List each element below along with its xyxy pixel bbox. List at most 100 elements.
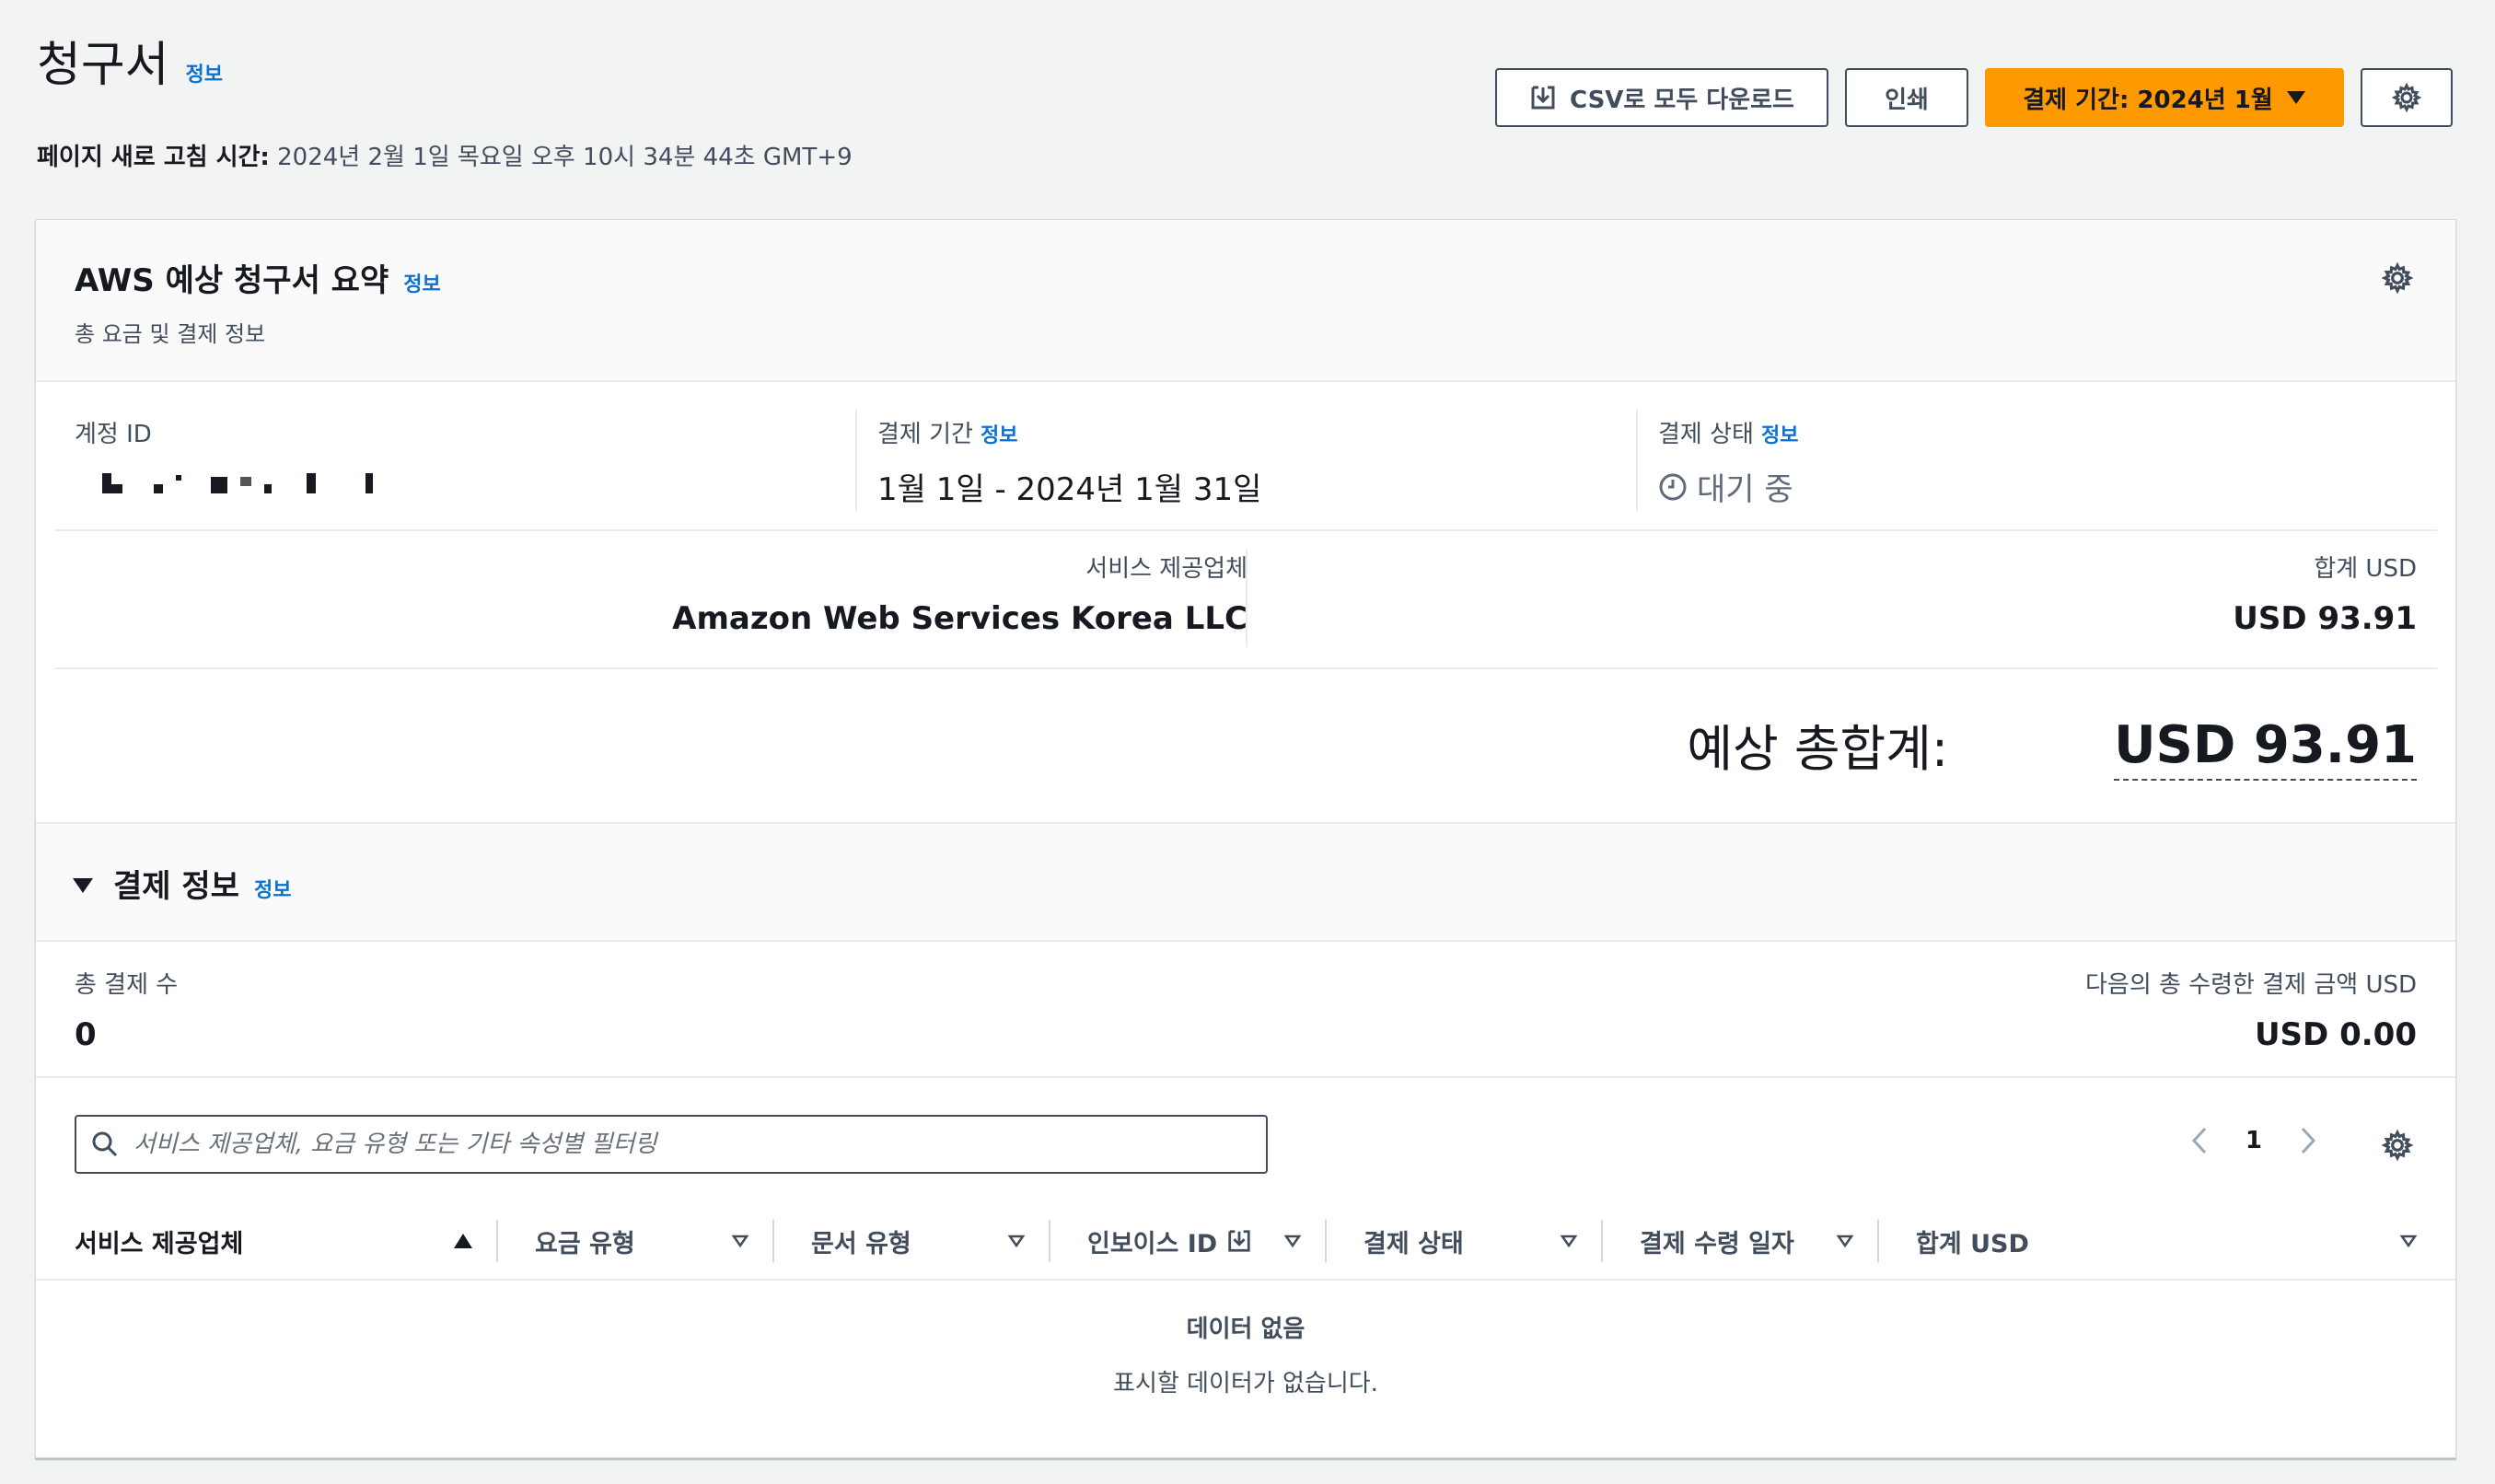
download-icon <box>1531 86 1555 110</box>
gear-icon <box>2392 83 2421 112</box>
payment-status-field: 결제 상태 정보 대기 중 <box>1636 410 2419 511</box>
summary-subtitle: 총 요금 및 결제 정보 <box>75 321 266 347</box>
page-number[interactable]: 1 <box>2246 1127 2262 1154</box>
payment-sum-field: 다음의 총 수령한 결제 금액 USD USD 0.00 <box>2085 966 2417 1053</box>
column-header[interactable]: 서비스 제공업체 <box>36 1220 498 1262</box>
empty-state: 데이터 없음 표시할 데이터가 없습니다. <box>36 1310 2455 1398</box>
column-label: 결제 상태 <box>1364 1229 1464 1258</box>
column-header[interactable]: 결제 상태 <box>1327 1220 1603 1262</box>
account-id-field: 계정 ID <box>75 415 885 516</box>
column-label: 인보이스 ID <box>1087 1229 1218 1258</box>
refresh-value: 2024년 2월 1일 목요일 오후 10시 34분 44초 GMT+9 <box>277 144 853 171</box>
column-header[interactable]: 합계 USD <box>1879 1220 2455 1262</box>
billing-period-label: 결제 기간 정보 <box>877 415 1638 449</box>
column-label: 문서 유형 <box>811 1229 911 1258</box>
chevron-left-icon[interactable] <box>2190 1126 2209 1155</box>
column-label: 합계 USD <box>1916 1229 2029 1258</box>
total-usd-label: 합계 USD <box>2314 555 2417 583</box>
print-button[interactable]: 인쇄 <box>1845 68 1968 127</box>
billing-period-info-link[interactable]: 정보 <box>981 419 1017 448</box>
column-header[interactable]: 요금 유형 <box>498 1220 774 1262</box>
pagination: 1 <box>2190 1126 2317 1155</box>
summary-title: AWS 예상 청구서 요약 정보 <box>75 255 441 300</box>
total-usd-field: 합계 USD USD 93.91 <box>2233 550 2417 637</box>
preferences-button[interactable] <box>2361 68 2453 127</box>
payments-table: 1 서비스 제공업체 요금 유형 문서 유형 <box>36 1076 2455 1457</box>
service-provider-value: Amazon Web Services Korea LLC <box>672 600 1248 637</box>
grand-total-label: 예상 총합계: <box>1687 720 1949 778</box>
gear-icon <box>2381 1129 2414 1162</box>
service-provider-label: 서비스 제공업체 <box>1085 555 1248 583</box>
empty-subtitle: 표시할 데이터가 없습니다. <box>1113 1370 1378 1397</box>
filter-field[interactable] <box>75 1115 1268 1174</box>
billing-period-field: 결제 기간 정보 1월 1일 - 2024년 1월 31일 <box>855 410 1638 511</box>
grand-total-value[interactable]: USD 93.91 <box>2114 715 2417 781</box>
refresh-label: 페이지 새로 고침 시간: <box>37 144 270 171</box>
billing-period-label-text: 결제 기간 <box>877 421 973 448</box>
page-title: 청구서 정보 <box>37 26 223 95</box>
account-id-label: 계정 ID <box>75 421 152 448</box>
expand-caret-icon[interactable] <box>73 878 93 893</box>
payment-info-title-text: 결제 정보 <box>113 868 239 905</box>
table-header: 서비스 제공업체 요금 유형 문서 유형 인보이스 ID 결제 상태 결제 수령… <box>36 1203 2455 1281</box>
filter-input[interactable] <box>133 1130 1238 1158</box>
summary-title-text: AWS 예상 청구서 요약 <box>75 262 389 299</box>
sort-icon <box>2400 1235 2417 1247</box>
empty-title: 데이터 없음 <box>1186 1316 1306 1343</box>
column-header[interactable]: 인보이스 ID <box>1050 1220 1327 1262</box>
billing-period-value: 1월 1일 - 2024년 1월 31일 <box>877 471 1262 508</box>
bill-summary-container: AWS 예상 청구서 요약 정보 총 요금 및 결제 정보 계정 ID 결제 기… <box>35 219 2456 1458</box>
table-settings-button[interactable] <box>2381 1129 2414 1165</box>
summary-header: AWS 예상 청구서 요약 정보 총 요금 및 결제 정보 <box>36 220 2455 382</box>
divider <box>54 529 2437 531</box>
divider <box>1246 550 1248 647</box>
payment-sum-label: 다음의 총 수령한 결제 금액 USD <box>2085 971 2417 999</box>
search-icon <box>92 1131 118 1157</box>
sort-icon <box>1284 1235 1301 1247</box>
total-usd-value: USD 93.91 <box>2233 600 2417 637</box>
account-id-redacted <box>75 470 885 493</box>
chevron-right-icon[interactable] <box>2299 1126 2317 1155</box>
summary-settings-button[interactable] <box>2381 261 2414 297</box>
payment-info-header[interactable]: 결제 정보 정보 <box>36 822 2455 942</box>
payment-count-value: 0 <box>75 1016 97 1053</box>
payment-sum-value: USD 0.00 <box>2254 1016 2417 1053</box>
payment-info-title: 결제 정보 정보 <box>73 861 291 906</box>
gear-icon <box>2381 261 2414 295</box>
print-label: 인쇄 <box>1885 86 1929 114</box>
billing-period-dropdown[interactable]: 결제 기간: 2024년 1월 <box>1985 68 2344 127</box>
column-label: 결제 수령 일자 <box>1640 1229 1794 1258</box>
column-header[interactable]: 문서 유형 <box>774 1220 1050 1262</box>
payment-count-field: 총 결제 수 0 <box>75 966 178 1053</box>
billing-period-label: 결제 기간: 2024년 1월 <box>2023 86 2273 114</box>
sort-icon <box>1561 1235 1577 1247</box>
header-actions: CSV로 모두 다운로드 인쇄 결제 기간: 2024년 1월 <box>1495 68 2453 127</box>
sort-ascending-icon <box>454 1234 472 1248</box>
payment-status-info-link[interactable]: 정보 <box>1761 419 1798 448</box>
sort-icon <box>1008 1235 1025 1247</box>
column-label: 요금 유형 <box>535 1229 635 1258</box>
payment-status-label: 결제 상태 정보 <box>1658 415 2419 449</box>
sort-icon <box>732 1235 748 1247</box>
payment-info-link[interactable]: 정보 <box>254 874 291 903</box>
estimated-grand-total: 예상 총합계: USD 93.91 <box>1687 708 2417 781</box>
csv-download-label: CSV로 모두 다운로드 <box>1570 86 1794 114</box>
page-title-text: 청구서 <box>37 38 169 93</box>
service-provider-field: 서비스 제공업체 Amazon Web Services Korea LLC <box>672 550 1248 637</box>
payment-status-value: 대기 중 <box>1658 464 2419 509</box>
download-icon[interactable] <box>1226 1228 1252 1254</box>
clock-icon <box>1659 473 1687 500</box>
sort-icon <box>1837 1235 1853 1247</box>
csv-download-button[interactable]: CSV로 모두 다운로드 <box>1495 68 1828 127</box>
divider <box>54 667 2437 669</box>
refresh-time: 페이지 새로 고침 시간: 2024년 2월 1일 목요일 오후 10시 34분… <box>37 138 853 172</box>
page-header: 청구서 정보 <box>37 26 223 95</box>
column-label: 서비스 제공업체 <box>75 1229 244 1258</box>
caret-down-icon <box>2286 91 2305 104</box>
payment-count-label: 총 결제 수 <box>75 971 179 999</box>
info-link[interactable]: 정보 <box>186 58 223 87</box>
payment-status-label-text: 결제 상태 <box>1658 421 1754 448</box>
payment-status-text: 대기 중 <box>1697 471 1793 508</box>
summary-info-link[interactable]: 정보 <box>403 268 440 297</box>
column-header[interactable]: 결제 수령 일자 <box>1603 1220 1879 1262</box>
